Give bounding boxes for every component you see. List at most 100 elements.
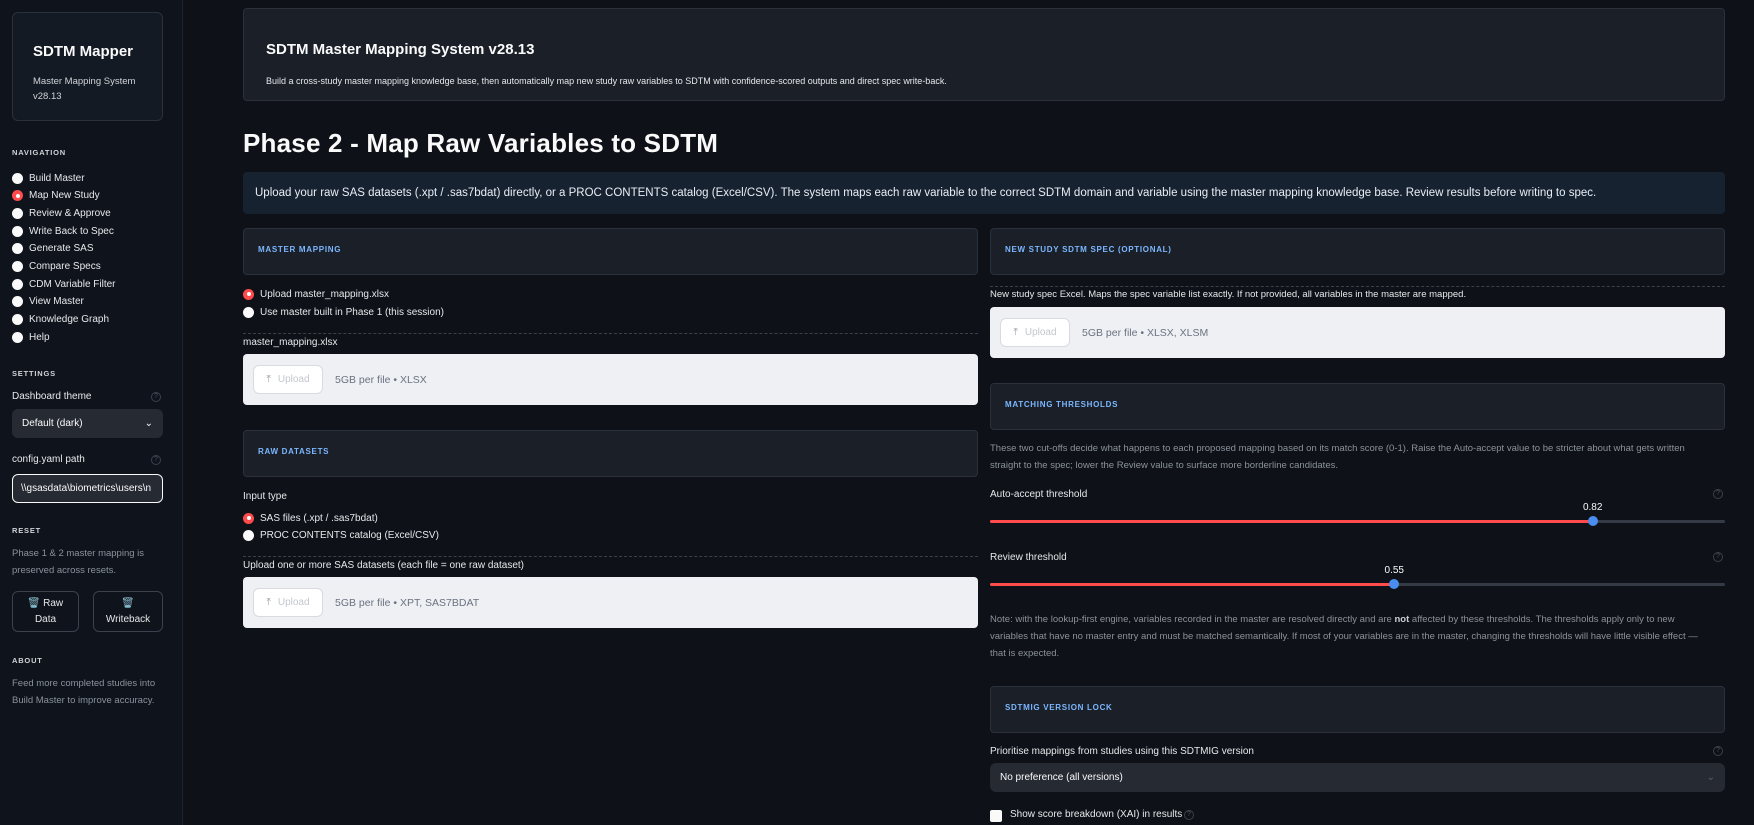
nav-item-review-approve[interactable]: Review & Approve (12, 205, 111, 221)
thresholds-help: These two cut-offs decide what happens t… (990, 440, 1685, 474)
settings-heading: SETTINGS (12, 369, 56, 378)
section-heading: NEW STUDY SDTM SPEC (OPTIONAL) (1005, 245, 1172, 254)
trash-icon: 🗑️ (121, 598, 135, 609)
nav-item-compare-specs[interactable]: Compare Specs (12, 259, 101, 275)
chevron-down-icon: ⌄ (1706, 772, 1715, 783)
reset-note-line: preserved across resets. (12, 565, 117, 576)
nav-item-label: Help (29, 331, 50, 343)
nav-item-build-master[interactable]: Build Master (12, 170, 85, 186)
help-icon[interactable]: ? (1713, 489, 1723, 499)
brand-card: SDTM Mapper Master Mapping System v28.13 (12, 12, 163, 121)
theme-select[interactable]: Default (dark) ⌄ (12, 409, 163, 438)
threshold-note: Note: with the lookup-first engine, vari… (990, 611, 1725, 662)
radio-icon (12, 331, 23, 343)
brand-title: SDTM Mapper (33, 43, 134, 60)
radio-label: PROC CONTENTS catalog (Excel/CSV) (260, 529, 439, 541)
section-heading: MASTER MAPPING (258, 245, 342, 254)
config-path-input[interactable]: \\gsasdata\biometrics\users\n (12, 474, 163, 503)
radio-upload-master[interactable]: Upload master_mapping.xlsx (243, 287, 389, 301)
about-text: Feed more completed studies into Build Ma… (12, 675, 155, 709)
nav-item-label: Build Master (29, 172, 85, 184)
file-limit-text: 5GB per file • XLSX (335, 373, 427, 386)
hero-card: SDTM Master Mapping System v28.13 Build … (243, 8, 1725, 101)
radio-icon (12, 314, 23, 326)
nav-item-label: View Master (29, 296, 84, 308)
chevron-down-icon: ⌄ (144, 418, 153, 429)
slider-value: 0.82 (1582, 502, 1603, 513)
radio-selected-icon (12, 190, 23, 202)
clear-raw-data-label: Data (34, 614, 57, 625)
radio-icon (243, 529, 254, 541)
new-study-spec-section: NEW STUDY SDTM SPEC (OPTIONAL) (990, 228, 1725, 275)
master-uploader-label: master_mapping.xlsx (243, 337, 338, 348)
radio-icon (12, 172, 23, 184)
upload-button[interactable]: ⤒ Upload (253, 588, 323, 617)
help-icon[interactable]: ? (1713, 552, 1723, 562)
clear-writeback-button[interactable]: 🗑️ Writeback (93, 591, 163, 632)
slider-thumb[interactable] (1389, 579, 1400, 589)
info-banner: Upload your raw SAS datasets (.xpt / .sa… (243, 172, 1725, 214)
file-limit-text: 5GB per file • XPT, SAS7BDAT (335, 596, 480, 609)
help-line: These two cut-offs decide what happens t… (990, 443, 1685, 454)
version-label: Prioritise mappings from studies using t… (990, 746, 1254, 757)
nav-item-map-new-study[interactable]: Map New Study (12, 188, 100, 204)
slider-value: 0.55 (1384, 565, 1404, 576)
master-mapping-section: MASTER MAPPING (243, 228, 978, 275)
xai-checkbox[interactable] (990, 810, 1002, 822)
help-icon[interactable]: ? (1713, 746, 1723, 756)
nav-item-label: Write Back to Spec (29, 225, 114, 237)
radio-proc-contents[interactable]: PROC CONTENTS catalog (Excel/CSV) (243, 528, 439, 542)
radio-sas-files[interactable]: SAS files (.xpt / .sas7bdat) (243, 511, 378, 525)
master-dropzone[interactable]: ⤒ Upload 5GB per file • XLSX (243, 354, 978, 405)
help-icon[interactable]: ? (151, 455, 161, 465)
sdtmig-version-section: SDTMIG VERSION LOCK (990, 686, 1725, 733)
note-text: Note: with the lookup-first engine, vari… (990, 614, 1395, 625)
review-slider[interactable]: 0.55 (990, 565, 1725, 589)
help-icon[interactable]: ? (1184, 810, 1194, 820)
clear-writeback-label: Writeback (105, 614, 151, 625)
nav-item-write-back-to-spec[interactable]: Write Back to Spec (12, 223, 114, 239)
about-line: Build Master to improve accuracy. (12, 695, 155, 706)
nav-item-help[interactable]: Help (12, 329, 50, 345)
radio-icon (12, 225, 23, 237)
radio-icon (12, 261, 23, 272)
upload-button[interactable]: ⤒ Upload (1000, 318, 1070, 347)
note-text: variables that have no master entry and … (990, 631, 1698, 642)
nav-item-knowledge-graph[interactable]: Knowledge Graph (12, 312, 109, 328)
section-heading: SDTMIG VERSION LOCK (1005, 703, 1113, 712)
slider-thumb[interactable] (1587, 516, 1598, 526)
raw-dropzone[interactable]: ⤒ Upload 5GB per file • XPT, SAS7BDAT (243, 577, 978, 628)
note-text: that is expected. (990, 648, 1060, 659)
spec-dropzone[interactable]: ⤒ Upload 5GB per file • XLSX, XLSM (990, 307, 1725, 358)
help-icon[interactable]: ? (151, 392, 161, 402)
nav-item-label: Review & Approve (29, 207, 111, 219)
reset-note: Phase 1 & 2 master mapping is preserved a… (12, 545, 144, 579)
upload-button[interactable]: ⤒ Upload (253, 365, 323, 394)
auto-accept-slider[interactable]: 0.82 (990, 502, 1725, 526)
raw-datasets-section: RAW DATASETS (243, 430, 978, 477)
radio-selected-icon (243, 288, 254, 300)
slider-fill (990, 520, 1593, 523)
nav-item-generate-sas[interactable]: Generate SAS (12, 241, 93, 257)
divider (990, 286, 1725, 287)
radio-label: Upload master_mapping.xlsx (260, 288, 389, 300)
divider (243, 333, 978, 334)
radio-icon (243, 306, 254, 318)
nav-item-label: Knowledge Graph (29, 314, 110, 326)
nav-item-label: Generate SAS (29, 243, 94, 255)
radio-use-phase1-master[interactable]: Use master built in Phase 1 (this sessio… (243, 305, 444, 319)
xai-label: Show score breakdown (XAI) in results (1010, 809, 1183, 820)
nav-item-view-master[interactable]: View Master (12, 294, 84, 310)
radio-icon (12, 243, 23, 255)
radio-label: Use master built in Phase 1 (this sessio… (260, 306, 444, 318)
sdtmig-version-select[interactable]: No preference (all versions) ⌄ (990, 763, 1725, 792)
upload-button-label: Upload (277, 597, 310, 608)
sidebar: SDTM Mapper Master Mapping System v28.13 … (0, 0, 183, 825)
radio-icon (12, 207, 23, 219)
about-line: Feed more completed studies into (12, 678, 156, 689)
theme-select-value: Default (dark) (22, 418, 83, 429)
section-heading: RAW DATASETS (258, 447, 330, 456)
nav-item-cdm-variable-filter[interactable]: CDM Variable Filter (12, 276, 116, 292)
radio-icon (12, 296, 23, 308)
clear-raw-data-button[interactable]: 🗑️ Raw Data (12, 591, 79, 632)
